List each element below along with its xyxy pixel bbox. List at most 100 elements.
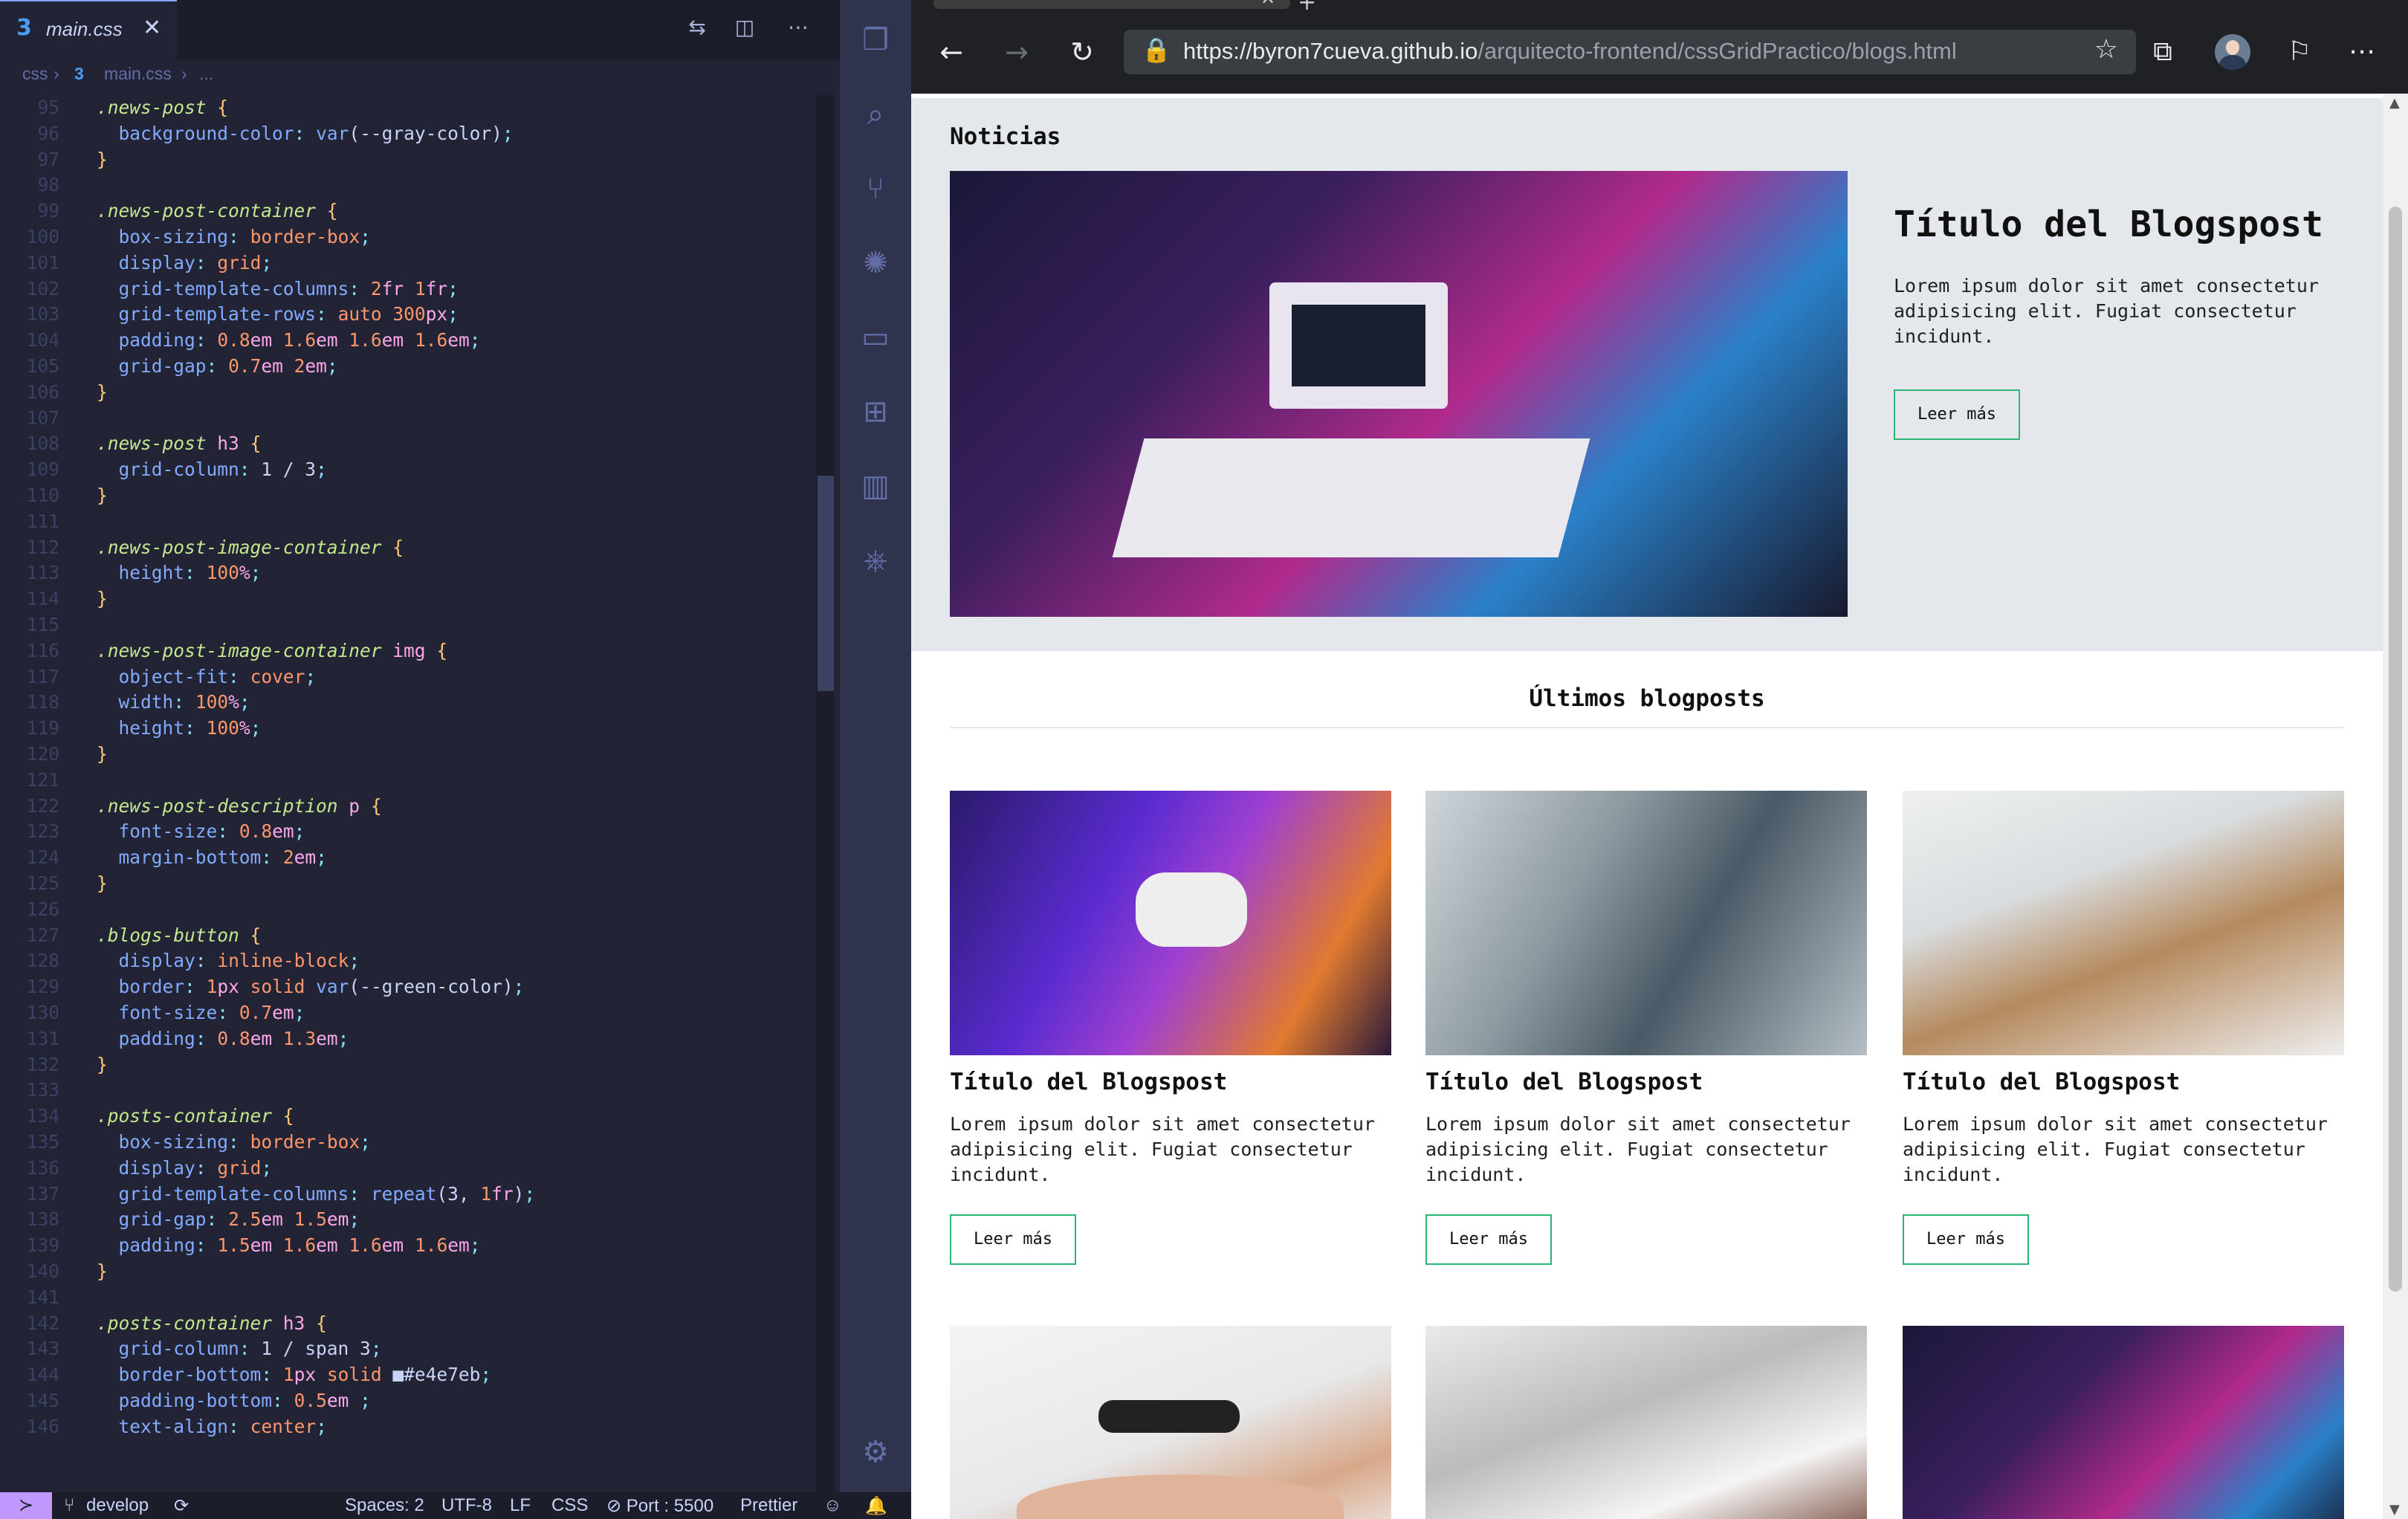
code-line[interactable]: 117 object-fit: cover; (0, 666, 818, 693)
indentation-status[interactable]: Spaces: 2 (345, 1495, 424, 1516)
code-text[interactable]: height: 100%; (97, 717, 262, 739)
code-text[interactable]: } (97, 743, 108, 765)
code-text[interactable]: .news-post-description p { (97, 795, 382, 817)
code-text[interactable]: padding-bottom: 0.5em ; (97, 1390, 371, 1411)
source-control-icon[interactable]: ⑂ (858, 171, 893, 207)
code-line[interactable]: 137 grid-template-columns: repeat(3, 1fr… (0, 1183, 818, 1210)
code-line[interactable]: 139 padding: 1.5em 1.6em 1.6em 1.6em; (0, 1234, 818, 1261)
code-text[interactable]: width: 100%; (97, 691, 250, 713)
code-line[interactable]: 123 font-size: 0.8em; (0, 820, 818, 847)
feedback-icon[interactable]: ⚐ (2280, 33, 2319, 71)
remote-indicator[interactable]: ≻ (0, 1492, 52, 1519)
url-text[interactable]: https://byron7cueva.github.io/arquitecto… (1183, 38, 1957, 65)
code-line[interactable]: 145 padding-bottom: 0.5em ; (0, 1390, 818, 1416)
code-line[interactable]: 124 margin-bottom: 2em; (0, 846, 818, 873)
code-line[interactable]: 132} (0, 1054, 818, 1081)
code-text[interactable]: .blogs-button { (97, 924, 261, 946)
code-text[interactable]: font-size: 0.7em; (97, 1002, 305, 1023)
code-text[interactable]: grid-template-rows: auto 300px; (97, 303, 459, 325)
code-line[interactable]: 144 border-bottom: 1px solid ■#e4e7eb; (0, 1364, 818, 1390)
code-text[interactable]: padding: 0.8em 1.6em 1.6em 1.6em; (97, 329, 481, 351)
breadcrumb-folder[interactable]: css (22, 64, 48, 84)
code-line[interactable]: 129 border: 1px solid var(--green-color)… (0, 976, 818, 1003)
breadcrumb-file[interactable]: main.css (104, 64, 172, 84)
avatar[interactable] (2215, 34, 2250, 70)
code-line[interactable]: 142 .posts-container h3 { (0, 1312, 818, 1339)
branch-name[interactable]: develop (86, 1495, 149, 1516)
kubernetes-icon[interactable]: ⎈ (858, 542, 893, 578)
code-line[interactable]: 143 grid-column: 1 / span 3; (0, 1338, 818, 1364)
code-line[interactable]: 98 (0, 174, 818, 201)
breadcrumb-symbol[interactable]: ... (199, 64, 213, 84)
code-line[interactable]: 104 padding: 0.8em 1.6em 1.6em 1.6em; (0, 329, 818, 356)
code-line[interactable]: 103 grid-template-rows: auto 300px; (0, 303, 818, 330)
code-text[interactable]: grid-gap: 0.7em 2em; (97, 355, 338, 377)
code-line[interactable]: 140} (0, 1260, 818, 1287)
collections-icon[interactable]: ⧉ (2143, 33, 2182, 71)
code-text[interactable]: border-bottom: 1px solid ■#e4e7eb; (97, 1364, 492, 1385)
prettier-status[interactable]: Prettier (740, 1495, 797, 1516)
back-icon[interactable]: ← (933, 34, 969, 70)
read-more-button[interactable]: Leer más (1425, 1214, 1552, 1265)
code-text[interactable]: } (97, 381, 108, 403)
browser-tab[interactable]: ✕ (933, 0, 1290, 9)
code-text[interactable]: } (97, 1054, 108, 1075)
code-area[interactable]: 95 .news-post {96 background-color: var(-… (0, 97, 818, 1486)
code-line[interactable]: 99 .news-post-container { (0, 200, 818, 227)
code-line[interactable]: 119 height: 100%; (0, 717, 818, 744)
code-text[interactable]: padding: 1.5em 1.6em 1.6em 1.6em; (97, 1234, 481, 1256)
live-server-port[interactable]: ⊘ Port : 5500 (606, 1495, 713, 1517)
code-text[interactable]: box-sizing: border-box; (97, 226, 371, 247)
code-line[interactable]: 111 (0, 511, 818, 537)
code-line[interactable]: 127 .blogs-button { (0, 924, 818, 951)
code-text[interactable]: background-color: var(--gray-color); (97, 123, 514, 144)
code-text[interactable]: grid-template-columns: repeat(3, 1fr); (97, 1183, 536, 1205)
code-line[interactable]: 107 (0, 407, 818, 434)
code-line[interactable]: 116 .news-post-image-container img { (0, 640, 818, 667)
code-line[interactable]: 131 padding: 0.8em 1.3em; (0, 1028, 818, 1055)
code-text[interactable]: } (97, 1260, 108, 1282)
forward-icon[interactable]: → (999, 34, 1035, 70)
code-line[interactable]: 121 (0, 769, 818, 796)
code-text[interactable]: } (97, 149, 108, 170)
code-line[interactable]: 101 display: grid; (0, 252, 818, 279)
code-line[interactable]: 105 grid-gap: 0.7em 2em; (0, 355, 818, 382)
eol-status[interactable]: LF (510, 1495, 531, 1516)
address-bar[interactable]: 🔒 https://byron7cueva.github.io/arquitec… (1124, 30, 2136, 74)
code-line[interactable]: 102 grid-template-columns: 2fr 1fr; (0, 278, 818, 305)
page-scrollbar-thumb[interactable] (2389, 207, 2402, 1292)
code-line[interactable]: 120} (0, 743, 818, 770)
more-actions-icon[interactable]: ⋯ (783, 15, 813, 45)
explorer-icon[interactable]: ❐ (858, 22, 893, 58)
code-text[interactable]: padding: 0.8em 1.3em; (97, 1028, 349, 1049)
favorite-star-icon[interactable]: ☆ (2094, 34, 2118, 65)
code-text[interactable]: font-size: 0.8em; (97, 820, 305, 842)
code-line[interactable]: 134 .posts-container { (0, 1105, 818, 1132)
lock-icon[interactable]: 🔒 (1142, 36, 1171, 64)
code-line[interactable]: 141 (0, 1286, 818, 1313)
code-line[interactable]: 112 .news-post-image-container { (0, 537, 818, 563)
scroll-up-icon[interactable]: ▲ (2389, 95, 2400, 111)
read-more-button[interactable]: Leer más (950, 1214, 1076, 1265)
encoding-status[interactable]: UTF-8 (441, 1495, 492, 1516)
code-line[interactable]: 106} (0, 381, 818, 408)
code-line[interactable]: 122 .news-post-description p { (0, 795, 818, 822)
code-line[interactable]: 115 (0, 614, 818, 641)
code-text[interactable]: margin-bottom: 2em; (97, 846, 327, 868)
close-tab-icon[interactable]: ✕ (1260, 0, 1275, 9)
code-line[interactable]: 136 display: grid; (0, 1157, 818, 1184)
sync-icon[interactable]: ⟳ (174, 1495, 189, 1517)
code-text[interactable]: .posts-container h3 { (97, 1312, 327, 1334)
code-line[interactable]: 113 height: 100%; (0, 562, 818, 589)
page-scrollbar[interactable]: ▲ ▼ (2383, 94, 2408, 1519)
new-tab-icon[interactable]: + (1298, 0, 1316, 16)
code-text[interactable]: .posts-container { (97, 1105, 294, 1127)
code-line[interactable]: 110} (0, 485, 818, 511)
code-text[interactable]: display: grid; (97, 1157, 273, 1179)
extensions-icon[interactable]: ⊞ (858, 394, 893, 430)
code-text[interactable]: } (97, 485, 108, 506)
close-icon[interactable]: ✕ (143, 15, 161, 41)
code-line[interactable]: 130 font-size: 0.7em; (0, 1002, 818, 1029)
code-line[interactable]: 109 grid-column: 1 / 3; (0, 459, 818, 485)
reload-icon[interactable]: ↻ (1064, 34, 1100, 70)
